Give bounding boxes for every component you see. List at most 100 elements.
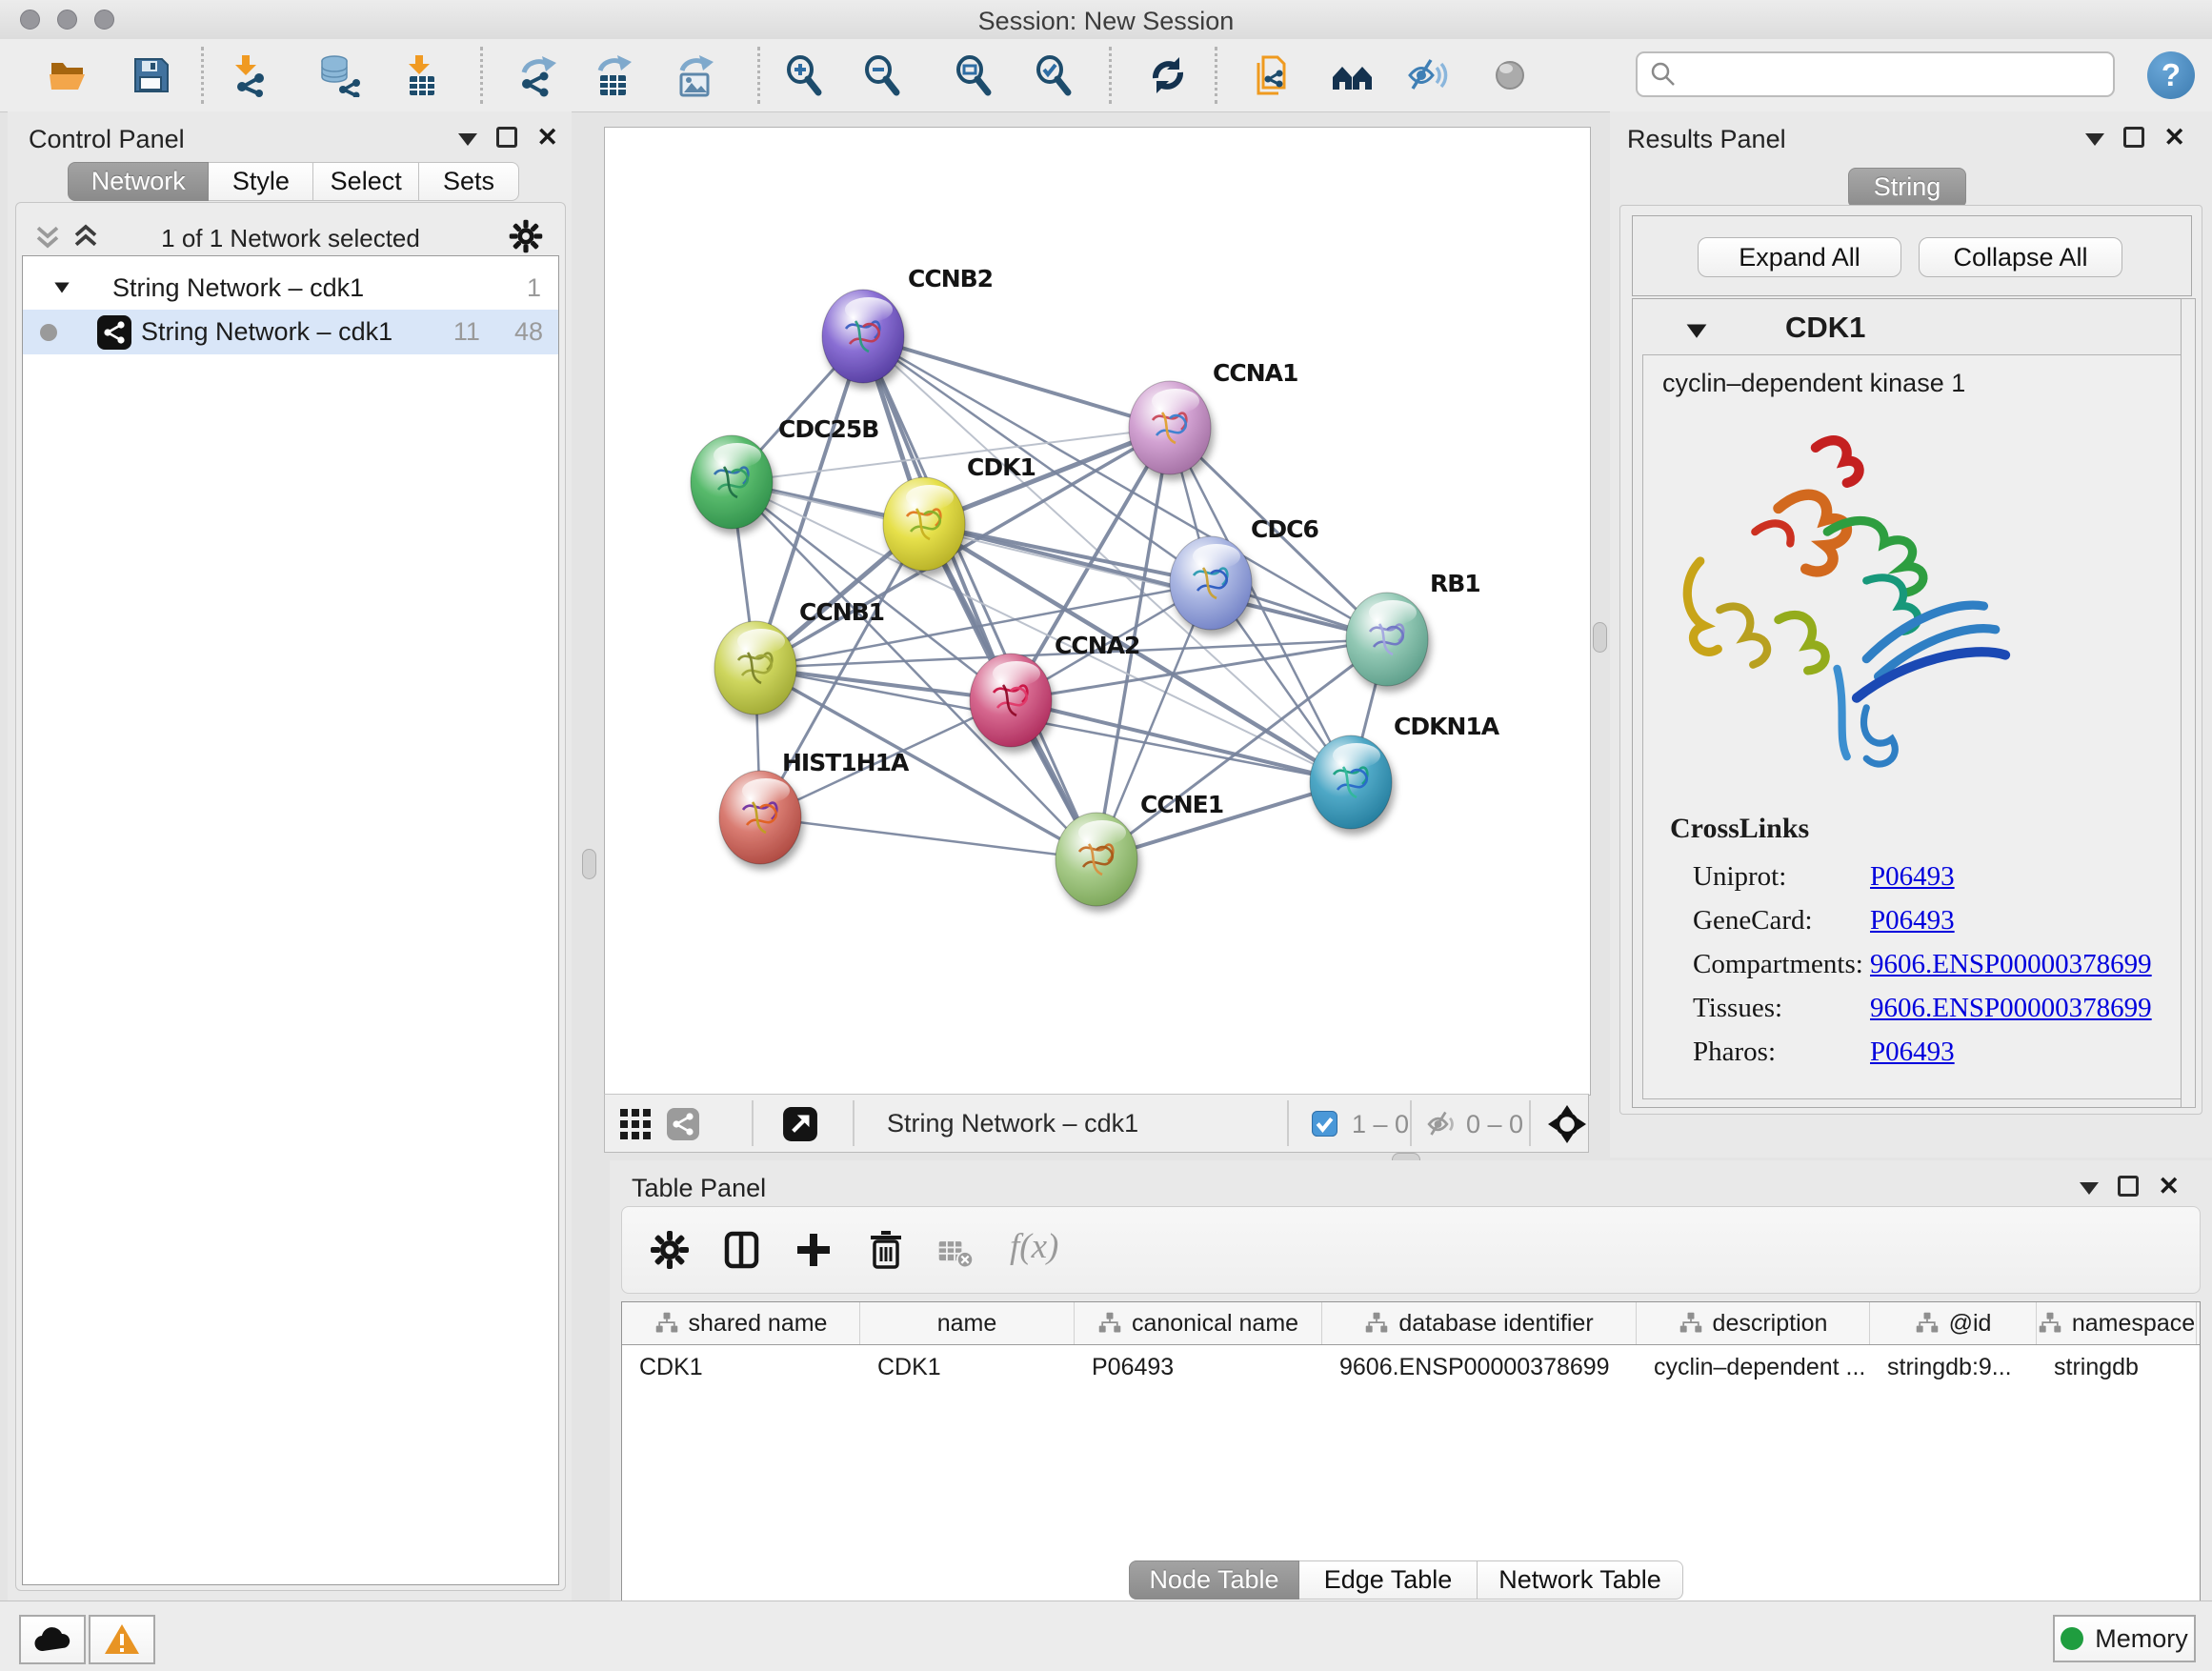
protein-structure-image[interactable] (1657, 414, 2057, 786)
import-network-icon[interactable] (230, 53, 273, 97)
table-row[interactable]: CDK1CDK1P064939606.ENSP00000378699cyclin… (622, 1345, 2200, 1389)
cloud-button[interactable] (19, 1615, 86, 1664)
network-node-ccne1[interactable] (1056, 813, 1137, 906)
table-cell[interactable]: P06493 (1075, 1345, 1322, 1389)
float-panel-icon[interactable] (2118, 1176, 2139, 1197)
export-image-icon[interactable] (674, 53, 718, 97)
warning-button[interactable] (89, 1615, 155, 1664)
export-network-icon[interactable] (516, 53, 560, 97)
protein-collapse-icon[interactable] (1684, 320, 1709, 341)
export-table-icon[interactable] (593, 53, 636, 97)
network-options-gear-icon[interactable] (508, 218, 544, 254)
refresh-layout-icon[interactable] (1146, 53, 1190, 97)
crosslink-link[interactable]: P06493 (1870, 861, 1955, 893)
detach-view-icon[interactable] (782, 1106, 818, 1142)
network-edge[interactable] (863, 336, 1170, 428)
tab-sets[interactable]: Sets (419, 162, 519, 201)
tab-edge-table[interactable]: Edge Table (1299, 1560, 1478, 1600)
window-title: Session: New Session (0, 7, 2212, 36)
table-cell[interactable]: 9606.ENSP00000378699 (1322, 1345, 1637, 1389)
network-node-cdkn1a[interactable] (1310, 735, 1392, 829)
column-header-description[interactable]: description (1637, 1302, 1870, 1344)
center-view-icon[interactable] (1546, 1103, 1588, 1145)
import-network-from-database-icon[interactable] (318, 53, 362, 97)
delete-column-icon[interactable] (865, 1229, 907, 1271)
network-collection-row[interactable]: String Network – cdk1 1 (23, 266, 558, 310)
network-edge[interactable] (863, 336, 1096, 859)
network-edge[interactable] (1011, 700, 1351, 782)
hide-glass-effect-icon[interactable] (1406, 53, 1450, 97)
crosslink-link[interactable]: P06493 (1870, 905, 1955, 936)
results-scrollbar[interactable] (2181, 298, 2196, 1108)
network-node-ccna1[interactable] (1129, 381, 1211, 474)
help-button[interactable]: ? (2147, 51, 2195, 99)
float-panel-icon[interactable] (496, 127, 517, 148)
collapse-panel-icon[interactable] (2085, 133, 2104, 146)
open-session-icon[interactable] (47, 53, 90, 97)
left-splitter-handle[interactable] (582, 849, 596, 879)
network-node-cdc6[interactable] (1170, 536, 1252, 630)
column-header-canonical-name[interactable]: canonical name (1075, 1302, 1322, 1344)
clone-network-icon[interactable] (1251, 53, 1295, 97)
table-cell[interactable]: cyclin–dependent ... (1637, 1345, 1870, 1389)
collapse-all-button[interactable]: Collapse All (1919, 237, 2122, 277)
zoom-selected-icon[interactable] (1032, 53, 1076, 97)
close-panel-icon[interactable]: ✕ (536, 127, 558, 148)
tab-string[interactable]: String (1848, 168, 1966, 207)
add-column-icon[interactable] (793, 1229, 835, 1271)
string-network-graph[interactable]: CCNB2CCNA1CDC25BCDK1CDC6RB1CCNB1CCNA2CDK… (605, 128, 1590, 1095)
network-node-rb1[interactable] (1346, 593, 1428, 686)
table-cell[interactable]: CDK1 (860, 1345, 1075, 1389)
tab-select[interactable]: Select (313, 162, 419, 201)
network-edge[interactable] (760, 817, 1096, 859)
glass-ball-effect-icon[interactable] (1488, 53, 1532, 97)
crosslink-link[interactable]: P06493 (1870, 1037, 1955, 1068)
tab-style[interactable]: Style (209, 162, 313, 201)
zoom-fit-icon[interactable] (952, 53, 995, 97)
column-header-namespace[interactable]: namespace (2037, 1302, 2197, 1344)
zoom-out-icon[interactable] (860, 53, 904, 97)
collapse-panel-icon[interactable] (458, 133, 477, 146)
column-header-database-identifier[interactable]: database identifier (1322, 1302, 1637, 1344)
crosslink-link[interactable]: 9606.ENSP00000378699 (1870, 993, 2152, 1024)
network-node-cdc25b[interactable] (691, 435, 773, 529)
network-edge-count: 48 (514, 317, 543, 347)
selected-checkbox[interactable] (1312, 1111, 1337, 1137)
crosslink-link[interactable]: 9606.ENSP00000378699 (1870, 949, 2152, 980)
collection-expand-icon[interactable] (51, 277, 72, 298)
expand-all-button[interactable]: Expand All (1698, 237, 1901, 277)
network-row[interactable]: String Network – cdk1 11 48 (23, 310, 558, 354)
network-node-cdk1[interactable] (883, 477, 965, 571)
network-node-hist1h1a[interactable] (719, 771, 801, 864)
table-settings-gear-icon[interactable] (649, 1229, 691, 1271)
column-header-shared-name[interactable]: shared name (622, 1302, 860, 1344)
column-header--id[interactable]: @id (1870, 1302, 2037, 1344)
string-home-icon[interactable] (1331, 53, 1375, 97)
table-cell[interactable]: stringdb:9... (1870, 1345, 2037, 1389)
show-columns-icon[interactable] (721, 1229, 763, 1271)
memory-button[interactable]: Memory (2053, 1615, 2196, 1662)
table-cell[interactable]: stringdb (2037, 1345, 2197, 1389)
import-table-icon[interactable] (400, 53, 444, 97)
close-panel-icon[interactable]: ✕ (2158, 1176, 2180, 1197)
close-panel-icon[interactable]: ✕ (2163, 127, 2185, 148)
tab-node-table[interactable]: Node Table (1129, 1560, 1299, 1600)
right-splitter-handle[interactable] (1593, 622, 1607, 653)
network-overview-icon[interactable] (666, 1107, 700, 1141)
tab-network[interactable]: Network (68, 162, 209, 201)
column-header-name[interactable]: name (860, 1302, 1075, 1344)
network-node-ccnb2[interactable] (822, 290, 904, 383)
network-canvas[interactable]: CCNB2CCNA1CDC25BCDK1CDC6RB1CCNB1CCNA2CDK… (604, 127, 1591, 1096)
tab-network-table[interactable]: Network Table (1478, 1560, 1683, 1600)
table-cell[interactable]: CDK1 (622, 1345, 860, 1389)
collapse-panel-icon[interactable] (2080, 1182, 2099, 1195)
grid-mode-icon[interactable] (618, 1107, 653, 1141)
save-session-icon[interactable] (129, 53, 172, 97)
zoom-in-icon[interactable] (782, 53, 826, 97)
float-panel-icon[interactable] (2123, 127, 2144, 148)
network-node-ccna2[interactable] (970, 654, 1052, 747)
warning-icon (104, 1623, 140, 1656)
search-input[interactable] (1636, 51, 2115, 97)
network-node-ccnb1[interactable] (714, 621, 796, 715)
hidden-eye-icon[interactable] (1426, 1107, 1460, 1141)
